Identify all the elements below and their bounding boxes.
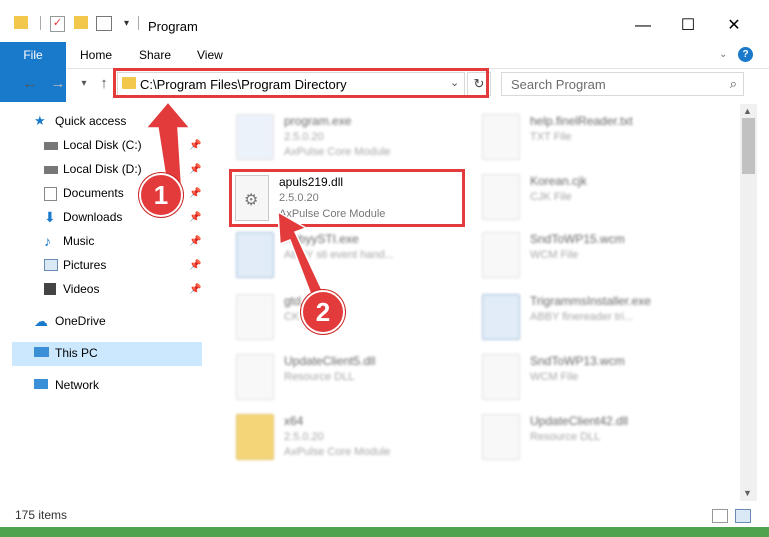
step-2-badge: 2 <box>301 290 345 334</box>
step-1-badge: 1 <box>139 173 183 217</box>
file-explorer-window: ✓ ▾ Program — ☐ ✕ File Home Share View ⌄… <box>0 0 769 537</box>
arrow-2-icon <box>277 210 324 302</box>
callout-arrows <box>144 100 324 302</box>
